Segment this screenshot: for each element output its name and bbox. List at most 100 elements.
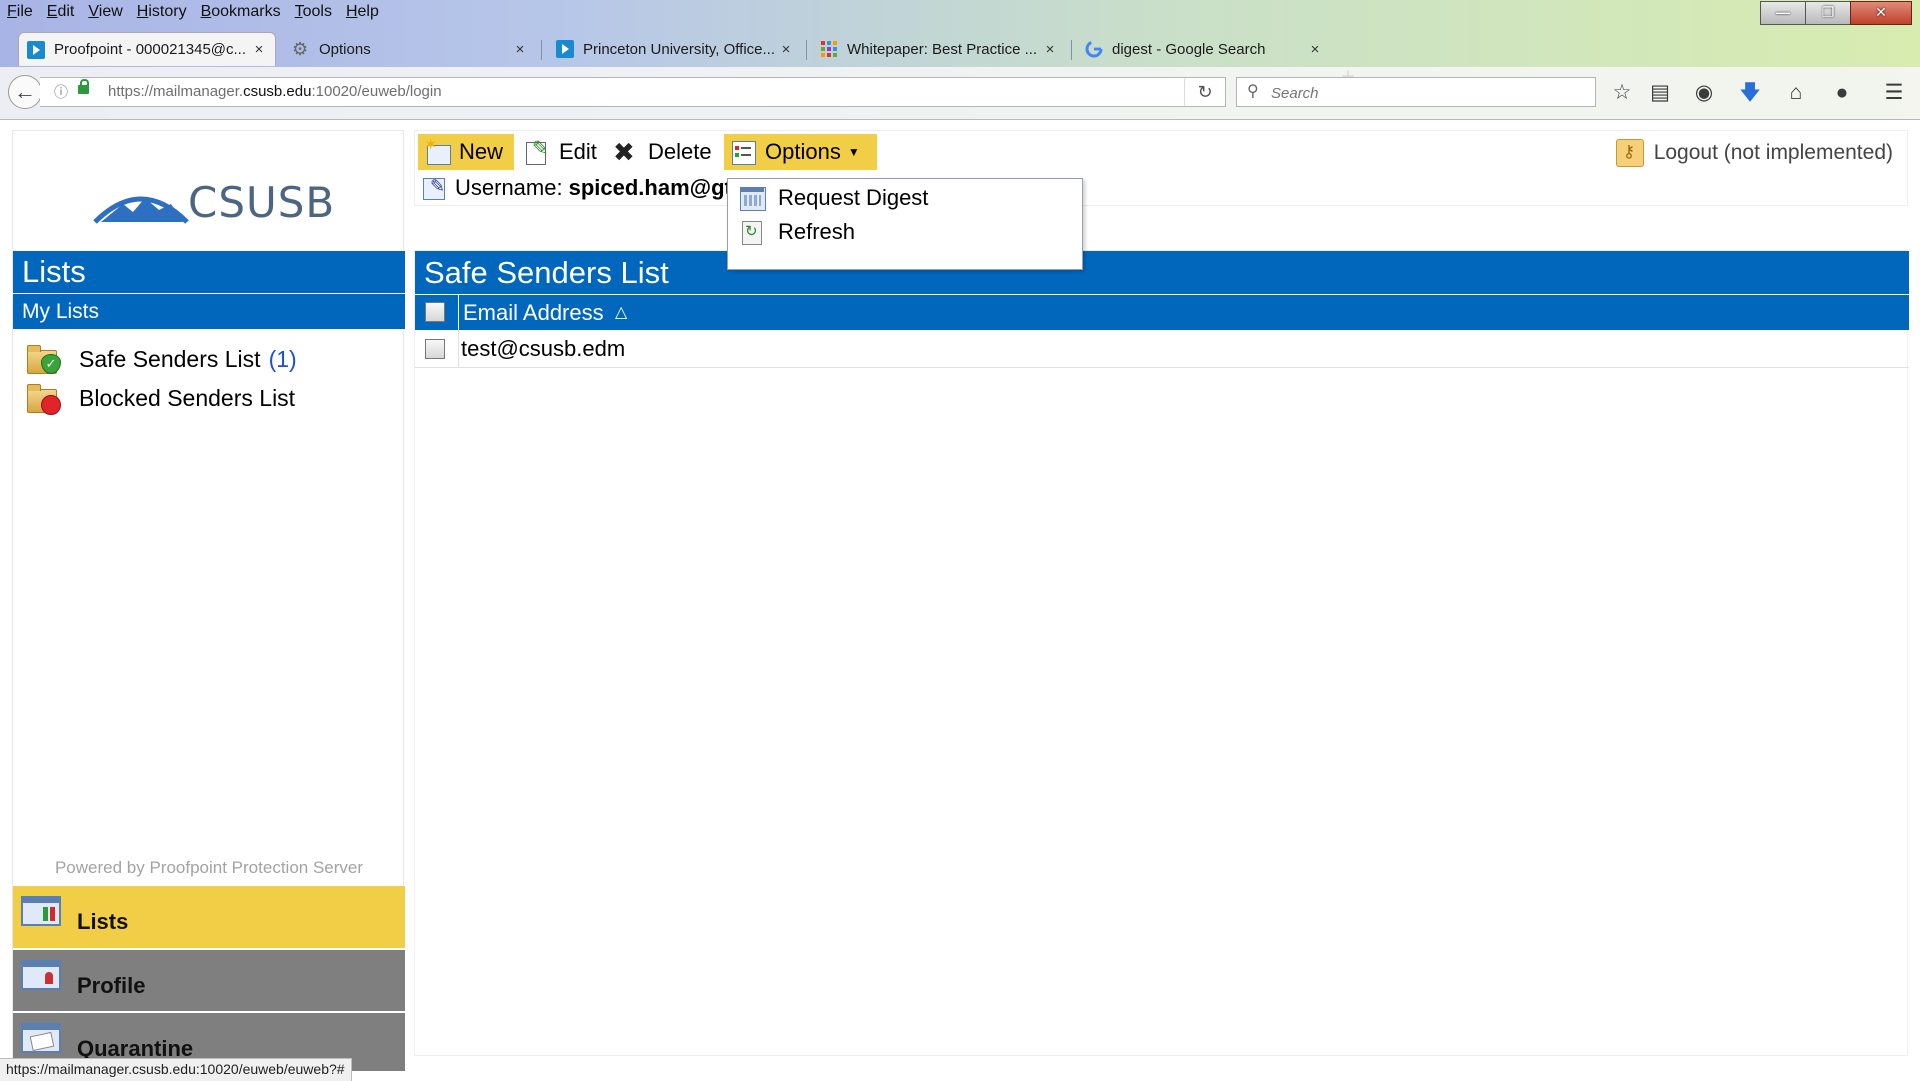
tab-google[interactable]: digest - Google Search ×: [1077, 32, 1331, 66]
action-toolbar: ✶ New ✎ Edit ✖ Delete Options ▼ ✎ Userna…: [414, 130, 1908, 206]
link-status-bar: https://mailmanager.csusb.edu:10020/euwe…: [0, 1058, 352, 1081]
quarantine-icon: [21, 1023, 61, 1053]
tab-princeton[interactable]: Princeton University, Office... ×: [548, 32, 802, 66]
sidebar-item-safe-senders[interactable]: ✓ Safe Senders List (1): [27, 343, 297, 375]
user-card-icon: ✎: [421, 175, 447, 201]
menu-edit[interactable]: Edit: [40, 0, 82, 21]
menu-item-label: Request Digest: [778, 185, 929, 210]
column-divider: [458, 295, 459, 331]
menu-file[interactable]: File: [0, 0, 40, 21]
row-checkbox[interactable]: [425, 339, 445, 359]
edit-button[interactable]: ✎ Edit: [518, 134, 605, 170]
sidebar-item-count: (1): [268, 345, 297, 372]
email-cell: test@csusb.edm: [461, 336, 626, 361]
menu-bookmarks[interactable]: Bookmarks: [194, 0, 288, 21]
new-icon: ✶: [424, 138, 451, 165]
sidebar-item-label: Safe Senders List: [79, 345, 261, 372]
search-input[interactable]: [1269, 81, 1573, 105]
gear-icon: ⚙: [292, 39, 309, 59]
new-button[interactable]: ✶ New: [418, 134, 514, 170]
hamburger-menu-icon[interactable]: ☰: [1880, 79, 1908, 107]
tab-label: Proofpoint - 000021345@c...: [54, 41, 247, 58]
proofpoint-icon: [27, 40, 45, 59]
menu-item-request-digest[interactable]: Request Digest: [740, 182, 928, 214]
tab-close-icon[interactable]: ×: [1042, 41, 1058, 58]
chat-icon[interactable]: ●: [1828, 79, 1856, 107]
username-display: ✎ Username: spiced.ham@gt: [421, 175, 732, 201]
tab-whitepaper[interactable]: Whitepaper: Best Practice ... ×: [812, 32, 1066, 66]
sidebar-item-blocked-senders[interactable]: Blocked Senders List: [27, 382, 296, 415]
powered-by-text: Powered by Proofpoint Protection Server: [54, 858, 364, 877]
logout-button[interactable]: ⚷ Logout (not implemented): [1615, 135, 1893, 171]
browser-chrome: File Edit View History Bookmarks Tools Help — …: [0, 0, 1920, 120]
table-row[interactable]: test@csusb.edm: [415, 330, 1909, 368]
tab-label: digest - Google Search: [1112, 40, 1266, 58]
options-button[interactable]: Options ▼: [724, 134, 877, 170]
sidebar-item-label: Blocked Senders List: [79, 384, 296, 411]
options-icon: [730, 139, 756, 165]
select-all-checkbox[interactable]: [425, 302, 445, 322]
url-text: https://mailmanager.csusb.edu:10020/euwe…: [108, 83, 442, 100]
new-label: New: [459, 139, 504, 164]
delete-label: Delete: [648, 139, 712, 164]
tab-close-icon[interactable]: ×: [778, 41, 794, 58]
sort-ascending-icon[interactable]: △: [615, 302, 627, 322]
key-icon: ⚷: [1615, 139, 1644, 167]
tab-close-icon[interactable]: ×: [512, 41, 528, 58]
main-panel: Safe Senders List Email Address △ test@c…: [414, 250, 1909, 1056]
username-label: Username:: [455, 175, 563, 200]
pocket-icon[interactable]: ◉: [1690, 79, 1718, 107]
logout-label: Logout (not implemented): [1653, 141, 1893, 164]
navigation-bar: ← ⓘ https://mailmanager.csusb.edu:10020/…: [0, 67, 1920, 119]
download-icon[interactable]: 🡇: [1736, 79, 1764, 107]
menu-tools[interactable]: Tools: [288, 0, 339, 21]
menu-view[interactable]: View: [81, 0, 129, 21]
window-close-button[interactable]: ✕: [1850, 1, 1912, 25]
back-button[interactable]: ←: [8, 75, 42, 109]
lists-header: Lists: [13, 251, 405, 293]
info-icon[interactable]: ⓘ: [54, 78, 68, 106]
nav-label: Profile: [77, 973, 146, 998]
tab-close-icon[interactable]: ×: [251, 41, 267, 58]
column-email-address[interactable]: Email Address: [463, 300, 604, 326]
tab-label: Princeton University, Office...: [583, 40, 776, 58]
my-lists-header: My Lists: [13, 293, 405, 329]
menu-history[interactable]: History: [130, 0, 194, 21]
window-controls: — ❐ ✕: [1760, 1, 1912, 25]
page-content: CSUSB Lists My Lists ✓ Safe Senders List…: [0, 120, 1920, 1080]
lock-icon[interactable]: [78, 79, 89, 94]
safe-folder-icon: ✓: [27, 344, 61, 374]
page-title: Safe Senders List: [415, 251, 1909, 294]
chevron-down-icon: ▼: [847, 145, 860, 159]
proofpoint-icon: [556, 40, 574, 58]
tab-separator: [541, 40, 542, 60]
tab-separator: [806, 40, 807, 60]
nav-profile[interactable]: Profile: [13, 949, 405, 1011]
tab-close-icon[interactable]: ×: [1307, 41, 1323, 58]
left-pane: CSUSB Lists My Lists ✓ Safe Senders List…: [12, 130, 405, 1071]
delete-button[interactable]: ✖ Delete: [607, 134, 720, 170]
search-bar[interactable]: ⚲: [1236, 77, 1596, 107]
edit-icon: ✎: [524, 139, 550, 165]
minimize-button[interactable]: —: [1760, 1, 1806, 25]
search-icon: ⚲: [1247, 83, 1259, 100]
blocked-folder-icon: [27, 383, 61, 415]
grid-dots-icon: [821, 41, 837, 57]
tab-separator: [1071, 40, 1072, 60]
menu-item-refresh[interactable]: ↻ Refresh: [740, 216, 855, 248]
reload-icon[interactable]: ↻: [1184, 78, 1225, 106]
bookmarks-library-icon[interactable]: ▤: [1646, 79, 1674, 107]
maximize-button[interactable]: ❐: [1805, 1, 1851, 25]
home-icon[interactable]: ⌂: [1782, 79, 1810, 107]
nav-lists[interactable]: Lists: [13, 886, 405, 948]
menu-help[interactable]: Help: [339, 0, 386, 21]
tab-label: Options: [319, 40, 371, 58]
url-bar[interactable]: ⓘ https://mailmanager.csusb.edu:10020/eu…: [40, 77, 1226, 107]
tab-proofpoint[interactable]: Proofpoint - 000021345@c... ×: [18, 32, 276, 66]
table-header: Email Address △: [415, 294, 1909, 331]
tab-options[interactable]: ⚙ Options ×: [284, 32, 536, 66]
menu-item-label: Refresh: [778, 219, 856, 244]
bookmark-star-icon[interactable]: ☆: [1608, 79, 1636, 107]
google-icon: [1085, 40, 1103, 58]
username-value: spiced.ham@gt: [568, 175, 732, 200]
